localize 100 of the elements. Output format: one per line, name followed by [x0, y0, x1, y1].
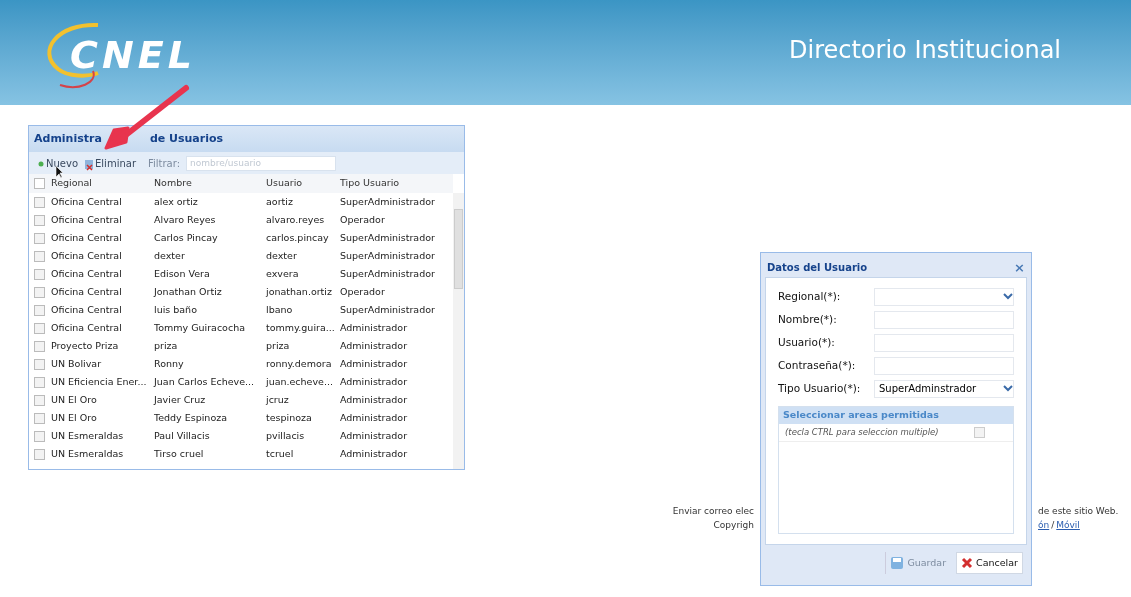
- row-checkbox[interactable]: [34, 322, 45, 334]
- column-header[interactable]: Tipo Usuario: [339, 176, 449, 191]
- table-cell-text: tommy.guira...: [265, 320, 336, 335]
- table-cell-text: Ronny: [153, 356, 185, 371]
- row-checkbox[interactable]: [34, 412, 45, 424]
- field-label: Tipo Usuario(*):: [778, 380, 861, 396]
- table-cell-text: Oficina Central: [50, 248, 123, 263]
- row-checkbox[interactable]: [34, 430, 45, 442]
- toolbar-button[interactable]: Eliminar: [84, 155, 136, 171]
- table-cell-text: Oficina Central: [50, 230, 123, 245]
- save-icon: [890, 556, 905, 570]
- table-cell-text: Juan Carlos Echeve...: [153, 374, 256, 389]
- row-checkbox[interactable]: [34, 250, 45, 262]
- table-cell-text: Administrador: [339, 356, 409, 371]
- row-checkbox[interactable]: [34, 304, 45, 316]
- table-cell-text: dexter: [153, 248, 186, 263]
- field-label: Regional(*):: [778, 288, 841, 304]
- chevron-down-icon: [1003, 385, 1013, 392]
- table-cell-text: jonathan.ortiz: [265, 284, 333, 299]
- delete-icon: [84, 158, 94, 171]
- table-cell-text: Administrador: [339, 410, 409, 425]
- footer-text: Enviar correo elec: [672, 505, 754, 518]
- table-cell-text: Oficina Central: [50, 194, 123, 209]
- filter-label: Filtrar:: [148, 156, 181, 171]
- dialog-title: Datos del Usuario: [767, 260, 868, 275]
- hint-text: (tecla CTRL para seleccion multiple): [785, 426, 939, 439]
- close-button[interactable]: ×: [1014, 260, 1025, 274]
- table-cell-text: tespinoza: [265, 410, 313, 425]
- table-cell-text: Oficina Central: [50, 266, 123, 281]
- cancel-icon: [961, 557, 974, 569]
- filter-field[interactable]: nombre/usuario: [186, 155, 337, 171]
- table-cell-text: Jonathan Ortiz: [153, 284, 223, 299]
- dropdown-field[interactable]: SuperAdminstrador: [874, 379, 1014, 398]
- table-cell-text: Carlos Pincay: [153, 230, 219, 245]
- footer-link[interactable]: ón: [1038, 518, 1050, 532]
- table-cell-text: tcruel: [265, 446, 295, 461]
- input-field[interactable]: [874, 310, 1014, 329]
- row-checkbox[interactable]: [34, 286, 45, 298]
- footer-link[interactable]: Móvil: [1056, 518, 1080, 532]
- table-cell-text: UN Esmeraldas: [50, 446, 125, 461]
- table-cell-text: Alvaro Reyes: [153, 212, 217, 227]
- footer-text: de este sitio Web.: [1038, 505, 1119, 518]
- row-checkbox[interactable]: [34, 394, 45, 406]
- table-cell-text: priza: [153, 338, 179, 353]
- table-cell-text: aortiz: [265, 194, 294, 209]
- table-cell-text: Teddy Espinoza: [153, 410, 228, 425]
- panel-title: de Usuarios: [149, 130, 224, 147]
- table-cell-text: carlos.pincay: [265, 230, 330, 245]
- table-cell-text: Administrador: [339, 374, 409, 389]
- dropdown-field[interactable]: [874, 287, 1014, 306]
- row-checkbox[interactable]: [34, 448, 45, 460]
- field-label: Nombre(*):: [778, 311, 837, 327]
- table-cell-text: juan.echeve...: [265, 374, 334, 389]
- table-cell-text: UN Bolivar: [50, 356, 103, 371]
- row-checkbox[interactable]: [34, 358, 45, 370]
- table-cell-text: SuperAdministrador: [339, 266, 436, 281]
- table-cell-text: SuperAdministrador: [339, 302, 436, 317]
- table-cell-text: Edison Vera: [153, 266, 211, 281]
- table-cell-text: alex ortiz: [153, 194, 199, 209]
- table-cell-text: Proyecto Priza: [50, 338, 120, 353]
- table-cell-text: UN Eficiencia Ener...: [50, 374, 148, 389]
- table-cell-text: exvera: [265, 266, 300, 281]
- column-header[interactable]: Nombre: [153, 176, 265, 191]
- input-field[interactable]: [874, 333, 1014, 352]
- table-cell-text: Administrador: [339, 320, 409, 335]
- table-cell-text: dexter: [265, 248, 298, 263]
- row-checkbox[interactable]: [34, 268, 45, 280]
- table-cell-text: Javier Cruz: [153, 392, 207, 407]
- input-field[interactable]: [874, 356, 1014, 375]
- chevron-down-icon: [1003, 293, 1013, 300]
- table-cell-text: Tommy Guiracocha: [153, 320, 246, 335]
- select-all-checkbox[interactable]: [974, 427, 985, 438]
- table-cell-text: jcruz: [265, 392, 290, 407]
- row-checkbox[interactable]: [34, 340, 45, 352]
- header-checkbox[interactable]: [34, 178, 45, 189]
- scrollbar[interactable]: [453, 193, 464, 469]
- row-checkbox[interactable]: [34, 376, 45, 388]
- table-cell-text: SuperAdministrador: [339, 230, 436, 245]
- table-cell-text: lbano: [265, 302, 294, 317]
- table-cell-text: UN El Oro: [50, 410, 98, 425]
- table-cell-text: Tirso cruel: [153, 446, 205, 461]
- table-cell-text: SuperAdministrador: [339, 194, 436, 209]
- row-checkbox[interactable]: [34, 232, 45, 244]
- table-cell-text: Administrador: [339, 392, 409, 407]
- column-header[interactable]: Usuario: [265, 176, 339, 191]
- table-cell-text: luis baño: [153, 302, 198, 317]
- table-cell-text: Administrador: [339, 428, 409, 443]
- field-label: Usuario(*):: [778, 334, 835, 350]
- column-header[interactable]: Regional: [50, 176, 153, 191]
- row-checkbox[interactable]: [34, 214, 45, 226]
- footer-text: Copyrigh: [713, 519, 754, 532]
- table-cell-text: Operador: [339, 284, 386, 299]
- table-cell-text: Oficina Central: [50, 212, 123, 227]
- table-cell-text: pvillacis: [265, 428, 306, 443]
- table-cell-text: Oficina Central: [50, 284, 123, 299]
- site-title: Directorio Institucional: [789, 34, 1061, 66]
- section-title: Seleccionar areas permitidas: [783, 408, 939, 423]
- dialog-button[interactable]: Cancelar: [956, 552, 1023, 574]
- row-checkbox[interactable]: [34, 196, 45, 208]
- table-cell-text: Operador: [339, 212, 386, 227]
